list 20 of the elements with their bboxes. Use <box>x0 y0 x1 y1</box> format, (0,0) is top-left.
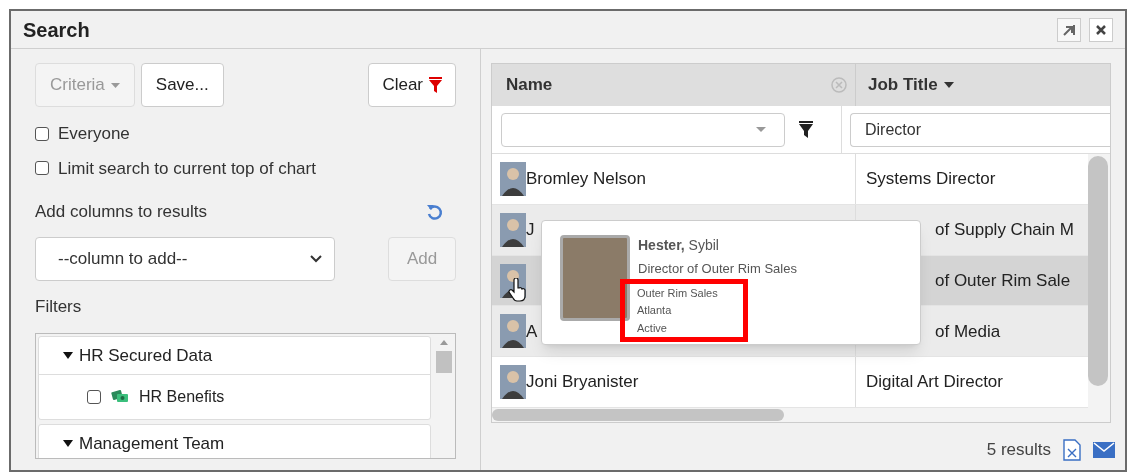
person-detail: Outer Rim Sales <box>637 285 719 301</box>
person-detail: Atlanta <box>637 303 673 318</box>
name-cell-text: Bromley Nelson <box>526 168 646 191</box>
person-name: Hester, Sybil <box>638 236 720 255</box>
window-title: Search <box>23 17 90 43</box>
person-detail: Active <box>637 320 668 336</box>
job-title-cell-text: of Media <box>935 320 1001 343</box>
name-cell-text: J <box>526 218 535 241</box>
job-title-cell-text: Systems Director <box>866 168 996 191</box>
option-label: Everyone <box>58 123 130 145</box>
option-label: Limit search to current top of chart <box>58 157 316 180</box>
person-job-title: Director of Outer Rim Sales <box>638 260 797 278</box>
job-title-cell-text: Digital Art Director <box>866 371 1003 394</box>
results-count: 5 results <box>986 439 1051 461</box>
name-cell-text: Joni Bryanister <box>526 371 639 394</box>
section-label: Add columns to results <box>35 201 207 223</box>
job-title-cell-text: of Supply Chain M <box>935 218 1074 241</box>
job-title-cell-text: of Outer Rim Sale <box>935 269 1071 292</box>
name-cell-text: A <box>526 320 538 343</box>
section-label: Filters <box>35 295 83 318</box>
